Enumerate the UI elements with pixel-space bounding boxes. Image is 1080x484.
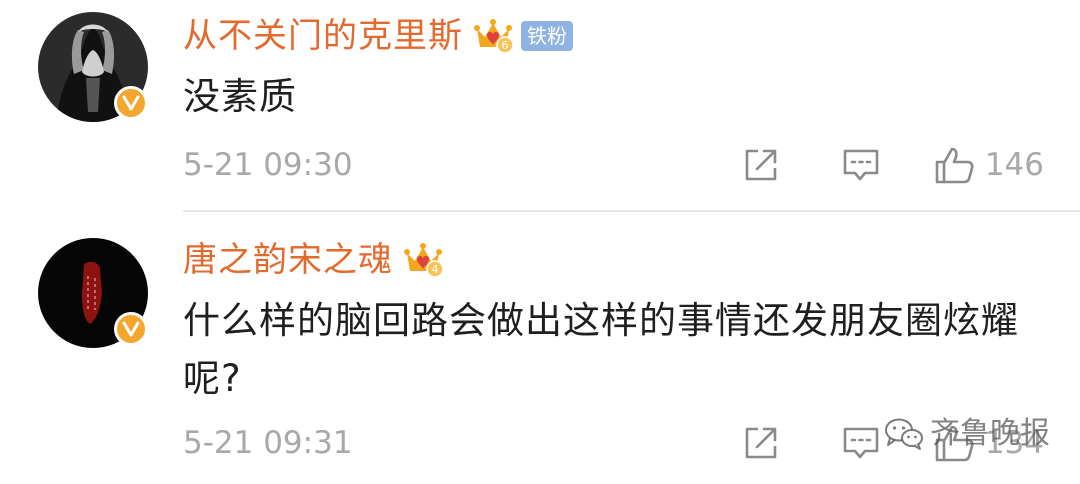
like-count: 146: [984, 147, 1044, 183]
like-button[interactable]: 134: [933, 418, 1044, 468]
comment-actions: 146: [739, 140, 1044, 190]
timestamp: 5-21 09:30: [183, 147, 353, 183]
fan-badge: 铁粉: [521, 21, 573, 51]
comment-text: 没素质: [183, 75, 297, 118]
verified-v-icon: [114, 86, 148, 120]
comment-item: 从不关门的克里斯 6 铁粉 没素质 5-21 09:30 146: [0, 0, 1080, 212]
share-icon: [745, 149, 777, 181]
reply-button[interactable]: [839, 418, 883, 468]
thumbs-up-icon: [935, 147, 974, 184]
username[interactable]: 唐之韵宋之魂: [183, 238, 393, 282]
username[interactable]: 从不关门的克里斯: [183, 14, 463, 58]
timestamp: 5-21 09:31: [183, 425, 353, 461]
comment-meta: 5-21 09:31 134: [183, 418, 1044, 468]
crown-icon: 4: [404, 243, 443, 278]
comment-icon: [843, 149, 879, 181]
share-icon: [745, 427, 777, 459]
avatar[interactable]: [38, 12, 148, 122]
reply-button[interactable]: [839, 140, 883, 190]
thumbs-up-icon: [935, 425, 974, 462]
comment-meta: 5-21 09:30 146: [183, 140, 1044, 190]
username-row: 唐之韵宋之魂 4: [183, 238, 443, 282]
comment-icon: [843, 427, 879, 459]
comment-actions: 134: [739, 418, 1044, 468]
share-button[interactable]: [739, 418, 783, 468]
comment-item: 唐之韵宋之魂 4 什么样的脑回路会做出这样的事情还发朋友圈炫耀呢? 5-21 0…: [0, 212, 1080, 484]
crown-icon: 6: [474, 19, 513, 54]
share-button[interactable]: [739, 140, 783, 190]
avatar[interactable]: [38, 238, 148, 348]
verified-v-icon: [114, 312, 148, 346]
comment-list: 从不关门的克里斯 6 铁粉 没素质 5-21 09:30 146 唐之韵宋之魂 …: [0, 0, 1080, 484]
like-button[interactable]: 146: [933, 140, 1044, 190]
like-count: 134: [984, 425, 1044, 461]
svg-text:4: 4: [432, 263, 439, 276]
username-row: 从不关门的克里斯 6 铁粉: [183, 14, 573, 58]
svg-text:6: 6: [502, 39, 509, 52]
comment-text: 什么样的脑回路会做出这样的事情还发朋友圈炫耀呢?: [183, 299, 1019, 400]
